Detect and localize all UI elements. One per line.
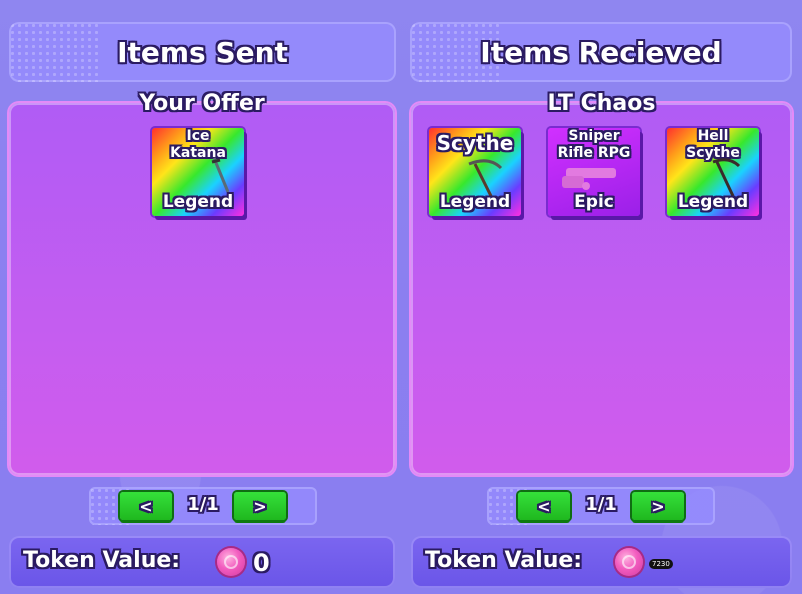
token-value-label: Token Value: bbox=[425, 548, 583, 573]
received-prev-page-button[interactable]: < bbox=[518, 492, 570, 520]
item-rarity: Legend bbox=[439, 192, 511, 212]
token-coin-icon bbox=[217, 548, 245, 576]
received-token-value-bar: Token Value: 7230 bbox=[411, 536, 792, 588]
sent-token-value-bar: Token Value: 0 bbox=[9, 536, 395, 588]
received-token-value: 7230 bbox=[649, 559, 673, 569]
prev-arrow-icon: < bbox=[537, 496, 551, 516]
item-card-hell-scythe[interactable]: Hell Scythe Legend bbox=[667, 128, 759, 216]
item-rarity: Legend bbox=[162, 192, 234, 212]
sent-next-page-button[interactable]: > bbox=[234, 492, 286, 520]
received-page-count: 1/1 bbox=[585, 494, 617, 515]
item-card-scythe[interactable]: Scythe Legend bbox=[429, 128, 521, 216]
hell-scythe-icon bbox=[712, 158, 741, 196]
item-card-sniper-rifle-rpg[interactable]: Sniper Rifle RPG Epic bbox=[548, 128, 640, 216]
sent-prev-page-button[interactable]: < bbox=[120, 492, 172, 520]
items-received-title: Items Recieved bbox=[480, 35, 722, 69]
prev-arrow-icon: < bbox=[139, 496, 153, 516]
item-card-ice-katana[interactable]: Ice Katana Legend bbox=[152, 128, 244, 216]
token-value-label: Token Value: bbox=[23, 548, 181, 573]
sent-pager: < 1/1 > bbox=[89, 487, 317, 525]
item-name: Scythe bbox=[436, 131, 514, 155]
received-pager: < 1/1 > bbox=[487, 487, 715, 525]
header-dots-decoration bbox=[9, 22, 99, 82]
rifle-icon bbox=[562, 168, 616, 190]
sent-page-count: 1/1 bbox=[187, 494, 219, 515]
items-sent-header: Items Sent bbox=[9, 22, 396, 82]
items-sent-title: Items Sent bbox=[117, 35, 288, 69]
katana-icon bbox=[211, 157, 230, 193]
scythe-icon bbox=[468, 159, 503, 196]
sent-token-value: 0 bbox=[253, 549, 270, 577]
item-rarity: Legend bbox=[677, 192, 749, 212]
item-rarity: Epic bbox=[574, 192, 614, 212]
next-arrow-icon: > bbox=[253, 496, 267, 516]
next-arrow-icon: > bbox=[651, 496, 665, 516]
your-offer-title: Your Offer bbox=[139, 90, 265, 116]
items-received-header: Items Recieved bbox=[410, 22, 792, 82]
token-coin-icon bbox=[615, 548, 643, 576]
received-next-page-button[interactable]: > bbox=[632, 492, 684, 520]
partner-name-title: LT Chaos bbox=[547, 90, 656, 116]
